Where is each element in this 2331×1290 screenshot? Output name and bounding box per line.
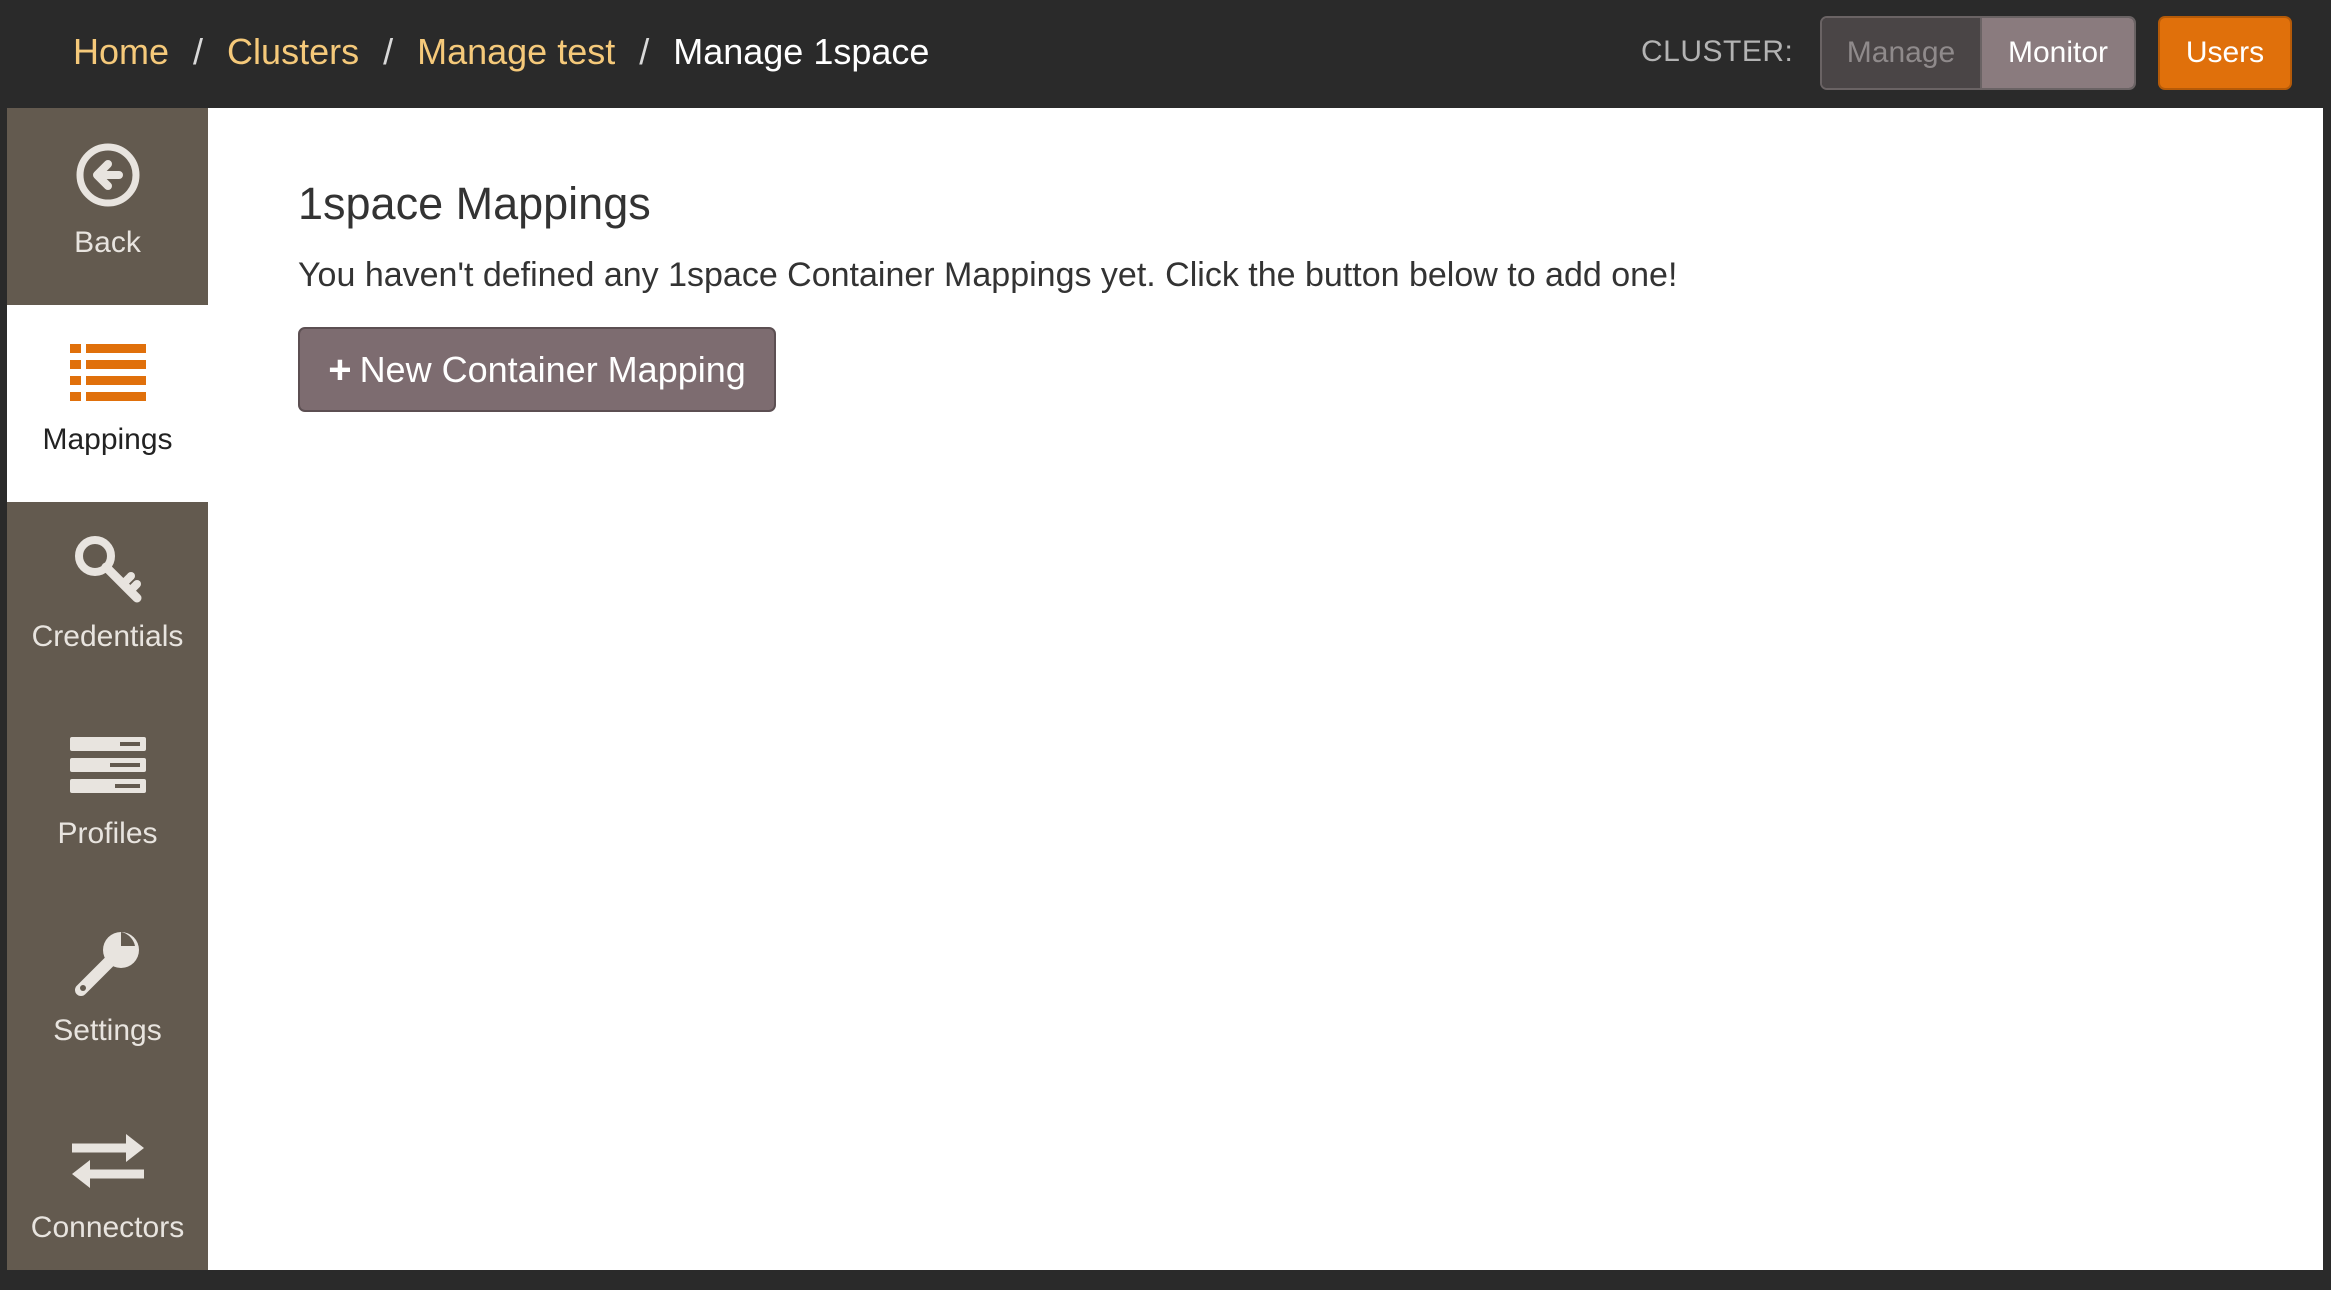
cluster-label: CLUSTER: — [1641, 35, 1794, 68]
sidebar: Back Mappings Credentials Profiles Setti… — [7, 108, 208, 1270]
breadcrumb-home-link[interactable]: Home — [73, 34, 169, 70]
cluster-mode-toggle: Manage Monitor — [1820, 16, 2136, 90]
breadcrumb-current: Manage 1space — [673, 31, 930, 72]
sidebar-item-label: Profiles — [57, 817, 158, 850]
new-container-mapping-label: New Container Mapping — [359, 348, 746, 390]
top-navbar: Home / Clusters / Manage test / Manage 1… — [0, 0, 2331, 108]
sidebar-item-profiles[interactable]: Profiles — [7, 699, 208, 896]
new-container-mapping-button[interactable]: + New Container Mapping — [298, 327, 776, 412]
breadcrumb-separator: / — [193, 31, 204, 72]
sidebar-item-label: Back — [74, 226, 141, 259]
server-stack-icon — [68, 731, 148, 801]
breadcrumb-clusters-link[interactable]: Clusters — [227, 34, 359, 70]
sidebar-item-label: Settings — [53, 1014, 162, 1047]
key-icon — [68, 534, 148, 604]
back-arrow-circle-icon — [68, 140, 148, 210]
main-content: 1space Mappings You haven't defined any … — [208, 108, 2323, 1270]
breadcrumb-manage-test-link[interactable]: Manage test — [417, 34, 615, 70]
sidebar-item-label: Connectors — [30, 1211, 185, 1244]
cluster-monitor-button[interactable]: Monitor — [1982, 18, 2134, 88]
sidebar-item-settings[interactable]: Settings — [7, 896, 208, 1093]
window-right-edge — [2323, 108, 2331, 1270]
sidebar-item-mappings[interactable]: Mappings — [7, 305, 208, 502]
sidebar-item-connectors[interactable]: Connectors — [7, 1093, 208, 1290]
sidebar-item-label: Mappings — [42, 423, 173, 456]
empty-state-message: You haven't defined any 1space Container… — [298, 256, 1678, 294]
window-left-edge — [0, 108, 7, 1270]
sidebar-item-credentials[interactable]: Credentials — [7, 502, 208, 699]
page-title: 1space Mappings — [298, 178, 651, 229]
wrench-icon — [68, 928, 148, 998]
exchange-arrows-icon — [68, 1125, 148, 1195]
users-button[interactable]: Users — [2158, 16, 2292, 90]
plus-icon: + — [328, 347, 352, 392]
sidebar-item-label: Credentials — [31, 620, 184, 653]
breadcrumb: Home / Clusters / Manage test / Manage 1… — [73, 0, 929, 104]
list-icon — [68, 337, 148, 407]
breadcrumb-separator: / — [639, 31, 650, 72]
breadcrumb-separator: / — [383, 31, 394, 72]
sidebar-item-back[interactable]: Back — [7, 108, 208, 305]
cluster-manage-button[interactable]: Manage — [1822, 18, 1982, 88]
